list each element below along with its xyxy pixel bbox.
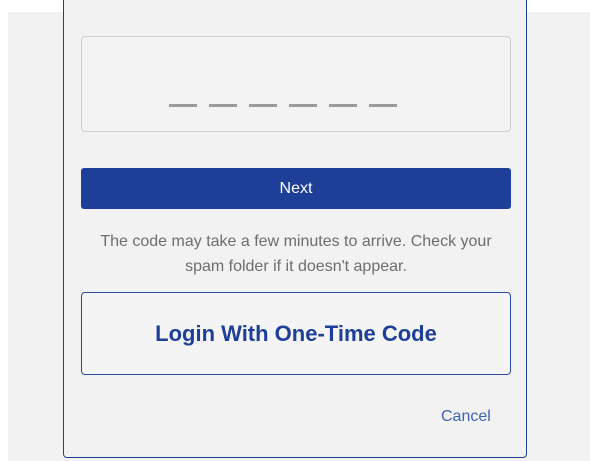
verification-code-input[interactable]	[81, 36, 511, 132]
code-slot-4	[289, 104, 317, 107]
cancel-link[interactable]: Cancel	[441, 408, 491, 426]
next-button[interactable]: Next	[81, 168, 511, 209]
code-slot-5	[329, 104, 357, 107]
code-slot-6	[369, 104, 397, 107]
login-with-one-time-code-button[interactable]: Login With One-Time Code	[81, 292, 511, 375]
code-delay-help-text: The code may take a few minutes to arriv…	[100, 233, 492, 275]
code-slot-placeholders	[169, 104, 409, 108]
code-slot-1	[169, 104, 197, 107]
login-with-one-time-code-label: Login With One-Time Code	[155, 320, 437, 346]
code-slot-2	[209, 104, 237, 107]
code-slot-3	[249, 104, 277, 107]
